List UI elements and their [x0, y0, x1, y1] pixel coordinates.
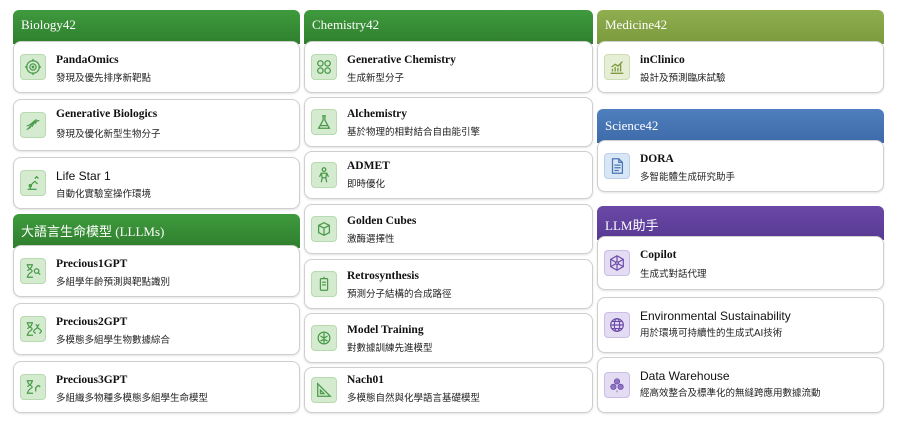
card-title: Model Training [347, 324, 424, 336]
lllms-header: 大語言生命模型 (LLLMs) [13, 214, 300, 248]
card-subtitle: 生成新型分子 [347, 73, 405, 84]
card-subtitle: 多智能體生成研究助手 [640, 172, 736, 183]
robot-arm-icon [20, 170, 46, 196]
biology42-header-label: Biology42 [21, 17, 76, 32]
science42-header: Science42 [597, 109, 884, 143]
card-subtitle: 對數據訓練先進模型 [347, 343, 433, 354]
card-subtitle: 發現及優先排序新靶點 [56, 73, 152, 84]
card-title: Life Star 1 [56, 169, 111, 183]
card-life-star-1[interactable]: Life Star 1 自動化實驗室操作環境 [13, 157, 300, 209]
card-title: Precious1GPT [56, 258, 128, 270]
card-alchemistry[interactable]: Alchemistry 基於物理的相對結合自由能引擎 [304, 97, 593, 147]
lllms-header-label: 大語言生命模型 (LLLMs) [21, 224, 165, 239]
card-inclinico[interactable]: inClinico 設計及預測臨床試驗 [597, 41, 884, 93]
card-title: Golden Cubes [347, 215, 417, 227]
card-environmental-sustainability[interactable]: Environmental Sustainability 用於環境可持續性的生成… [597, 297, 884, 353]
human-body-icon [311, 162, 337, 188]
medicine42-header: Medicine42 [597, 10, 884, 44]
science42-header-label: Science42 [605, 118, 659, 133]
card-subtitle: 自動化實驗室操作環境 [56, 189, 152, 200]
card-copilot[interactable]: Copilot 生成式對話代理 [597, 236, 884, 290]
llm-assistant-header-label: LLM助手 [605, 218, 659, 233]
card-title: Generative Chemistry [347, 54, 456, 66]
card-title: Precious3GPT [56, 374, 128, 386]
card-pandaomics[interactable]: PandaOmics 發現及優先排序新靶點 [13, 41, 300, 93]
card-admet[interactable]: ADMET 即時優化 [304, 151, 593, 199]
card-title: Environmental Sustainability [640, 309, 791, 323]
card-title: Generative Biologics [56, 108, 158, 120]
hourglass-dna-icon [20, 316, 46, 342]
network-hex-icon [604, 250, 630, 276]
card-precious3gpt[interactable]: Precious3GPT 多組織多物種多模態多組學生命模型 [13, 361, 300, 413]
card-generative-chemistry[interactable]: Generative Chemistry 生成新型分子 [304, 41, 593, 93]
card-subtitle: 多模態多組學生物數據綜合 [56, 335, 171, 346]
card-title: Alchemistry [347, 108, 408, 120]
flask-icon [311, 109, 337, 135]
card-model-training[interactable]: Model Training 對數據訓練先進模型 [304, 313, 593, 363]
card-title: PandaOmics [56, 54, 119, 66]
card-subtitle: 經高效整合及標準化的無縫跨應用數據流動 [640, 388, 821, 399]
card-title: inClinico [640, 54, 685, 66]
card-subtitle: 用於環境可持續性的生成式AI技術 [640, 328, 783, 339]
dna-icon [20, 112, 46, 138]
llm-assistant-header: LLM助手 [597, 206, 884, 240]
card-subtitle: 基於物理的相對結合自由能引擎 [347, 127, 481, 138]
hourglass-arm-icon [20, 374, 46, 400]
card-title: DORA [640, 153, 674, 165]
database-cluster-icon [604, 372, 630, 398]
synthesis-icon [311, 271, 337, 297]
card-data-warehouse[interactable]: Data Warehouse 經高效整合及標準化的無縫跨應用數據流動 [597, 357, 884, 413]
card-title: Copilot [640, 249, 677, 261]
card-title: Data Warehouse [640, 369, 730, 383]
card-subtitle: 設計及預測臨床試驗 [640, 73, 726, 84]
card-title: ADMET [347, 160, 390, 172]
card-subtitle: 生成式對話代理 [640, 269, 707, 280]
card-golden-cubes[interactable]: Golden Cubes 激酶選擇性 [304, 204, 593, 254]
chemistry42-header: Chemistry42 [304, 10, 593, 44]
card-precious2gpt[interactable]: Precious2GPT 多模態多組學生物數據綜合 [13, 303, 300, 355]
biology42-header: Biology42 [13, 10, 300, 44]
card-dora[interactable]: DORA 多智能體生成研究助手 [597, 140, 884, 192]
medicine42-header-label: Medicine42 [605, 17, 668, 32]
card-generative-biologics[interactable]: Generative Biologics 發現及優化新型生物分子 [13, 99, 300, 151]
card-nach01[interactable]: Nach01 多模態自然與化學語言基礎模型 [304, 367, 593, 413]
card-title: Precious2GPT [56, 316, 128, 328]
card-retrosynthesis[interactable]: Retrosynthesis 預測分子結構的合成路徑 [304, 259, 593, 309]
cube-icon [311, 216, 337, 242]
molecule-icon [311, 54, 337, 80]
card-precious1gpt[interactable]: Precious1GPT 多組學年齡預測與靶點識別 [13, 245, 300, 297]
card-subtitle: 多組織多物種多模態多組學生命模型 [56, 393, 209, 404]
triangle-ruler-icon [311, 377, 337, 403]
bar-chart-icon [604, 54, 630, 80]
card-subtitle: 即時優化 [347, 179, 386, 190]
card-subtitle: 多模態自然與化學語言基礎模型 [347, 393, 481, 404]
document-icon [604, 153, 630, 179]
card-subtitle: 發現及優化新型生物分子 [56, 129, 161, 140]
card-title: Nach01 [347, 374, 385, 386]
hourglass-search-icon [20, 258, 46, 284]
card-subtitle: 激酶選擇性 [347, 234, 395, 245]
card-subtitle: 多組學年齡預測與靶點識別 [56, 277, 171, 288]
chemistry42-header-label: Chemistry42 [312, 17, 380, 32]
globe-icon [604, 312, 630, 338]
card-subtitle: 預測分子結構的合成路徑 [347, 289, 452, 300]
card-title: Retrosynthesis [347, 270, 419, 282]
brain-icon [311, 325, 337, 351]
target-icon [20, 54, 46, 80]
